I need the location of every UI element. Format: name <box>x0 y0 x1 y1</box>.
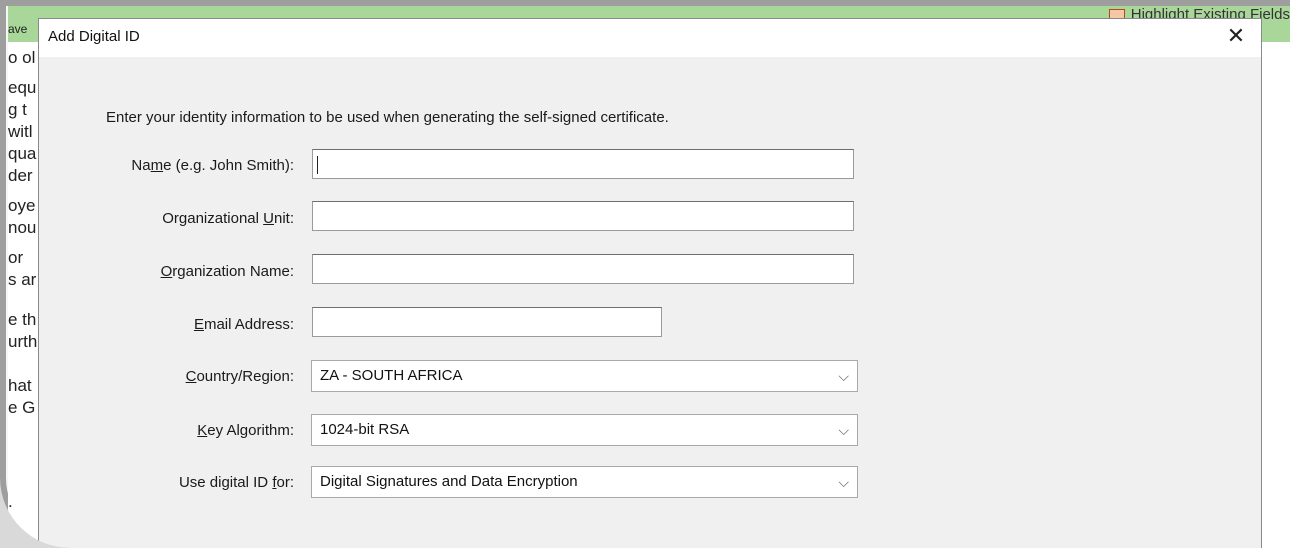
email-label: Email Address: <box>194 316 294 333</box>
intro-text: Enter your identity information to be us… <box>106 109 669 126</box>
doc-line: qua <box>8 144 37 163</box>
doc-line: or <box>8 248 24 267</box>
country-select[interactable]: ZA - SOUTH AFRICA ⌵ <box>311 360 858 392</box>
org-name-input[interactable] <box>312 254 854 284</box>
label-accelerator: K <box>197 422 208 439</box>
screen-frame: ave Highlight Existing Fields o ol equ g… <box>0 0 1290 548</box>
doc-line: o ol <box>8 48 36 67</box>
label-text: Na <box>131 157 151 174</box>
org-unit-label: Organizational Unit: <box>162 210 294 227</box>
doc-line: hat <box>8 376 32 395</box>
doc-line: g t <box>8 100 27 119</box>
label-text: rganization Name: <box>172 263 294 280</box>
doc-line: der <box>8 166 33 185</box>
text-cursor <box>317 156 318 174</box>
background-right-panel <box>1259 42 1290 548</box>
label-text: ountry/Region: <box>196 368 294 385</box>
label-text: nit: <box>273 210 294 227</box>
org-unit-input[interactable] <box>312 201 854 231</box>
close-icon[interactable]: ✕ <box>1225 23 1247 49</box>
use-for-select-value: Digital Signatures and Data Encryption <box>320 473 578 490</box>
chevron-down-icon: ⌵ <box>838 422 849 438</box>
label-text: mail Address: <box>203 316 294 333</box>
label-text: Use digital ID <box>178 474 273 491</box>
add-digital-id-dialog: Add Digital ID ✕ Enter your identity inf… <box>38 18 1262 548</box>
use-for-select[interactable]: Digital Signatures and Data Encryption ⌵ <box>311 466 858 498</box>
name-label: Name (e.g. John Smith): <box>131 157 294 174</box>
chevron-down-icon: ⌵ <box>838 368 849 384</box>
label-accelerator: U <box>263 210 274 227</box>
background-toolbar-text: ave <box>8 22 28 36</box>
dialog-titlebar: Add Digital ID ✕ <box>39 19 1261 57</box>
key-algorithm-select-value: 1024-bit RSA <box>320 421 410 438</box>
label-accelerator: E <box>193 316 204 333</box>
label-text: e (e.g. John Smith): <box>163 157 294 174</box>
label-accelerator: O <box>160 263 173 280</box>
doc-line: . <box>8 492 13 511</box>
doc-line: nou <box>8 218 37 237</box>
key-algorithm-select[interactable]: 1024-bit RSA ⌵ <box>311 414 858 446</box>
doc-line: equ <box>8 78 37 97</box>
country-select-value: ZA - SOUTH AFRICA <box>320 367 463 384</box>
label-text: Organizational <box>162 210 264 227</box>
doc-line: urth <box>8 332 38 351</box>
doc-line: e G <box>8 398 36 417</box>
label-accelerator: C <box>185 368 197 385</box>
label-text: ey Algorithm: <box>207 422 294 439</box>
email-input[interactable] <box>312 307 662 337</box>
key-algorithm-label: Key Algorithm: <box>197 422 294 439</box>
label-text: or: <box>276 474 294 491</box>
label-accelerator: m <box>150 157 164 174</box>
doc-line: oye <box>8 196 36 215</box>
country-label: Country/Region: <box>186 368 294 385</box>
use-for-label: Use digital ID for: <box>179 474 294 491</box>
name-input[interactable] <box>312 149 854 179</box>
doc-line: e th <box>8 310 37 329</box>
chevron-down-icon: ⌵ <box>838 474 849 490</box>
doc-line: s ar <box>8 270 37 289</box>
org-name-label: Organization Name: <box>161 263 294 280</box>
doc-line: witl <box>8 122 33 141</box>
dialog-title: Add Digital ID <box>48 28 140 45</box>
